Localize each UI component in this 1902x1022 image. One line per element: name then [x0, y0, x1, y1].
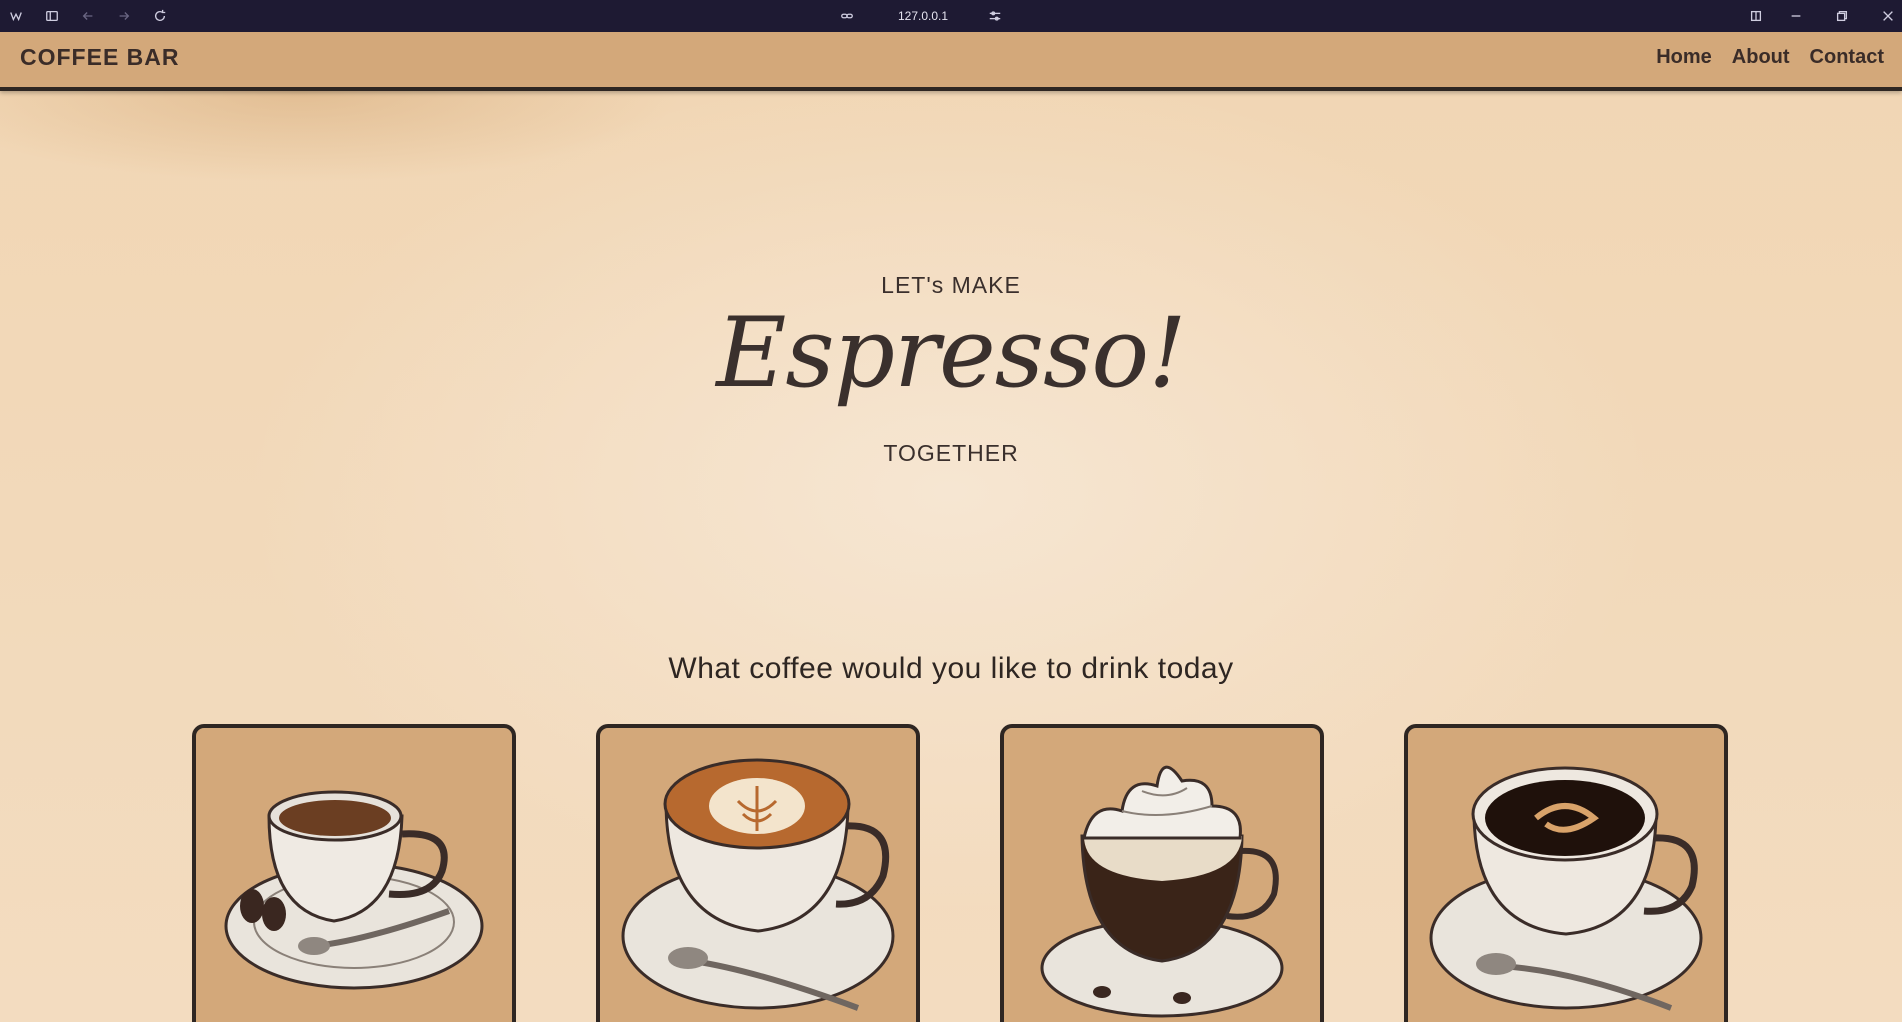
browser-logo-icon[interactable] [8, 8, 24, 24]
reload-icon[interactable] [152, 8, 168, 24]
menu-section-title: What coffee would you like to drink toda… [668, 652, 1234, 685]
hero-bottom-line: TOGETHER [883, 440, 1019, 466]
coffee-card-espresso[interactable] [192, 724, 516, 1022]
nav-home-link[interactable]: Home [1656, 46, 1712, 69]
address-bar[interactable]: 127.0.0.1 [898, 9, 948, 23]
forward-arrow-icon[interactable] [116, 8, 132, 24]
split-view-icon[interactable] [1748, 8, 1764, 24]
nav-links: Home About Contact [1656, 46, 1884, 69]
nav-contact-link[interactable]: Contact [1810, 46, 1884, 69]
minimize-icon[interactable] [1788, 8, 1804, 24]
whipped-cream-coffee-icon [1040, 765, 1284, 1018]
close-icon[interactable] [1880, 8, 1896, 24]
back-arrow-icon[interactable] [80, 8, 96, 24]
navbar: COFFEE BAR Home About Contact [0, 32, 1902, 91]
coffee-card-americano[interactable] [1404, 724, 1728, 1022]
latte-cup-icon [621, 758, 895, 1011]
sidebar-toggle-icon[interactable] [44, 8, 60, 24]
hero-script-title: Espresso! [716, 297, 1186, 409]
coffee-cards [192, 724, 1728, 1022]
page: COFFEE BAR Home About Contact LET's MAKE… [0, 32, 1902, 1022]
restore-icon[interactable] [1834, 8, 1850, 24]
americano-cup-icon [1429, 766, 1703, 1011]
hero-top-line: LET's MAKE [881, 272, 1021, 298]
espresso-cup-icon [224, 790, 484, 990]
site-settings-icon[interactable] [987, 8, 1003, 24]
coffee-card-mocha[interactable] [1000, 724, 1324, 1022]
brand-logo[interactable]: COFFEE BAR [20, 44, 180, 71]
browser-toolbar: 127.0.0.1 [0, 0, 1902, 32]
coffee-card-latte[interactable] [596, 724, 920, 1022]
nav-about-link[interactable]: About [1732, 46, 1790, 69]
link-icon[interactable] [839, 8, 855, 24]
